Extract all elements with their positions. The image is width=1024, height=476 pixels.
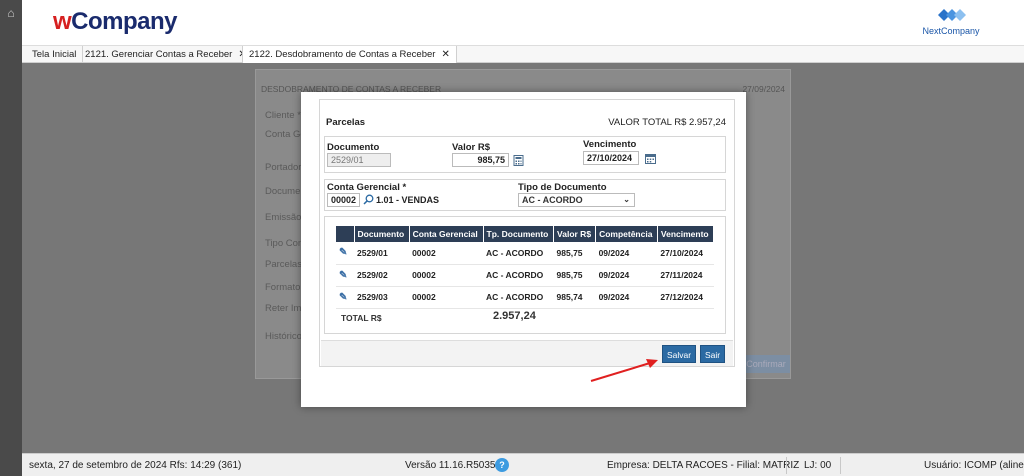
- table-cell: 00002: [409, 286, 483, 309]
- bg-label: Documen: [265, 186, 306, 197]
- conta-code-field[interactable]: [327, 193, 360, 207]
- nextcompany-logo: NextCompany: [920, 5, 982, 41]
- app-header: wCompany NextCompany: [22, 0, 1024, 46]
- valor-field[interactable]: [452, 153, 509, 167]
- edit-cell[interactable]: ✎: [336, 242, 354, 265]
- table-header: Tp. Documento: [483, 226, 555, 242]
- save-button[interactable]: Salvar: [662, 345, 696, 363]
- total-amount: 2.957,24: [493, 310, 536, 322]
- table-header: Documento: [354, 226, 410, 242]
- table-cell: 985,75: [553, 264, 596, 287]
- total-label: TOTAL R$: [341, 313, 382, 323]
- bg-label: Reter Im: [265, 303, 302, 314]
- bg-label: Cliente *: [265, 110, 301, 121]
- help-icon[interactable]: ?: [495, 458, 509, 472]
- edit-cell[interactable]: ✎: [336, 264, 354, 287]
- company-logo: wCompany: [53, 8, 178, 35]
- red-arrow-annotation: [590, 359, 658, 382]
- pencil-icon[interactable]: ✎: [339, 292, 349, 303]
- search-icon[interactable]: [363, 194, 374, 205]
- status-usuario: Usuário: ICOMP (aline): [924, 460, 1024, 471]
- home-icon[interactable]: ⌂: [4, 6, 18, 20]
- documento-field[interactable]: [327, 153, 391, 167]
- edit-cell[interactable]: ✎: [336, 286, 354, 309]
- vencimento-label: Vencimento: [583, 139, 637, 150]
- table-header: Vencimento: [657, 226, 715, 242]
- installments-table-box: Documento Conta Gerencial Tp. Documento …: [324, 216, 726, 334]
- valor-label: Valor R$: [452, 142, 491, 153]
- table-cell: 2529/01: [354, 242, 410, 265]
- vencimento-field[interactable]: [583, 151, 639, 165]
- left-sidebar: ⌂: [0, 0, 22, 476]
- installments-table: Documento Conta Gerencial Tp. Documento …: [336, 226, 715, 309]
- table-cell: 09/2024: [595, 242, 658, 265]
- status-version: Versão 11.16.R5035: [405, 460, 496, 471]
- tab-close-icon[interactable]: ✕: [441, 49, 449, 60]
- table-cell: 27/11/2024: [657, 264, 714, 287]
- table-header: Valor R$: [553, 226, 597, 242]
- status-divider: [840, 457, 841, 474]
- table-row[interactable]: ✎ 2529/03 00002 AC - ACORDO 985,74 09/20…: [336, 286, 714, 309]
- status-date: sexta, 27 de setembro de 2024 Rfs: 14:29…: [29, 460, 242, 471]
- tab-bar: Tela Inicial 2121. Gerenciar Contas a Re…: [22, 46, 1024, 63]
- table-row[interactable]: ✎ 2529/02 00002 AC - ACORDO 985,75 09/20…: [336, 264, 714, 287]
- conta-label: Conta Gerencial *: [327, 182, 407, 193]
- background-confirm-button: Confirmar: [742, 355, 790, 373]
- bg-label: Histórico: [265, 331, 302, 342]
- panel-header: Parcelas VALOR TOTAL R$ 2.957,24: [320, 100, 734, 128]
- account-fields: Conta Gerencial * 1.01 - VENDAS Tipo de …: [324, 179, 726, 211]
- table-cell: 2529/02: [354, 264, 410, 287]
- table-cell: 27/12/2024: [657, 286, 714, 309]
- tab-home[interactable]: Tela Inicial: [26, 46, 84, 63]
- chevron-down-icon: ⌄: [623, 195, 630, 204]
- status-empresa: Empresa: DELTA RACOES - Filial: MATRIZ: [607, 460, 800, 471]
- pencil-icon[interactable]: ✎: [339, 270, 349, 281]
- bg-label: Portador: [265, 162, 302, 173]
- table-cell: 00002: [409, 264, 483, 287]
- bg-label: Formato: [265, 282, 301, 293]
- parcelas-modal: Parcelas VALOR TOTAL R$ 2.957,24 Documen…: [301, 92, 746, 407]
- status-bar: sexta, 27 de setembro de 2024 Rfs: 14:29…: [22, 453, 1024, 476]
- exit-button[interactable]: Sair: [700, 345, 725, 363]
- total-row: TOTAL R$ 2.957,24: [336, 307, 714, 329]
- table-cell: 985,74: [553, 286, 596, 309]
- tipo-documento-label: Tipo de Documento: [518, 182, 607, 193]
- modal-footer: Salvar Sair: [321, 340, 733, 366]
- table-cell: 27/10/2024: [657, 242, 714, 265]
- total-value-text: VALOR TOTAL R$ 2.957,24: [608, 117, 726, 128]
- nextcompany-text: NextCompany: [922, 26, 980, 36]
- background-form-date: 27/09/2024: [742, 84, 785, 94]
- tab-gerenciar-contas[interactable]: 2121. Gerenciar Contas a Receber✕: [79, 46, 254, 63]
- nextcompany-logo-icon: [938, 9, 966, 21]
- tipo-documento-select[interactable]: AC - ACORDO ⌄: [518, 193, 635, 207]
- table-cell: 09/2024: [595, 286, 658, 309]
- tab-desdobramento[interactable]: 2122. Desdobramento de Contas a Receber ✕: [242, 46, 457, 63]
- table-cell: 00002: [409, 242, 483, 265]
- table-row[interactable]: ✎ 2529/01 00002 AC - ACORDO 985,75 09/20…: [336, 242, 714, 265]
- calculator-icon[interactable]: [513, 155, 524, 166]
- table-cell: 09/2024: [595, 264, 658, 287]
- bg-label: Emissão: [265, 212, 302, 223]
- status-divider: [786, 457, 787, 474]
- table-header: Competência: [595, 226, 658, 242]
- installment-fields: Documento Valor R$ Vencimento: [324, 136, 726, 173]
- table-header: Conta Gerencial: [409, 226, 484, 242]
- status-lj: LJ: 00: [804, 460, 832, 471]
- table-cell: 985,75: [553, 242, 596, 265]
- table-header-edit: [336, 226, 355, 242]
- documento-label: Documento: [327, 142, 380, 153]
- panel-title: Parcelas: [326, 117, 366, 128]
- bg-label: Tipo Con: [265, 238, 304, 249]
- parcelas-panel: Parcelas VALOR TOTAL R$ 2.957,24 Documen…: [319, 99, 735, 367]
- conta-description: 1.01 - VENDAS: [376, 195, 440, 205]
- calendar-icon[interactable]: [645, 153, 656, 164]
- table-cell: AC - ACORDO: [483, 286, 554, 309]
- table-cell: AC - ACORDO: [483, 264, 554, 287]
- pencil-icon[interactable]: ✎: [339, 248, 349, 258]
- table-cell: 2529/03: [354, 286, 410, 309]
- table-cell: AC - ACORDO: [483, 242, 554, 265]
- bg-label: Parcelas: [265, 259, 302, 270]
